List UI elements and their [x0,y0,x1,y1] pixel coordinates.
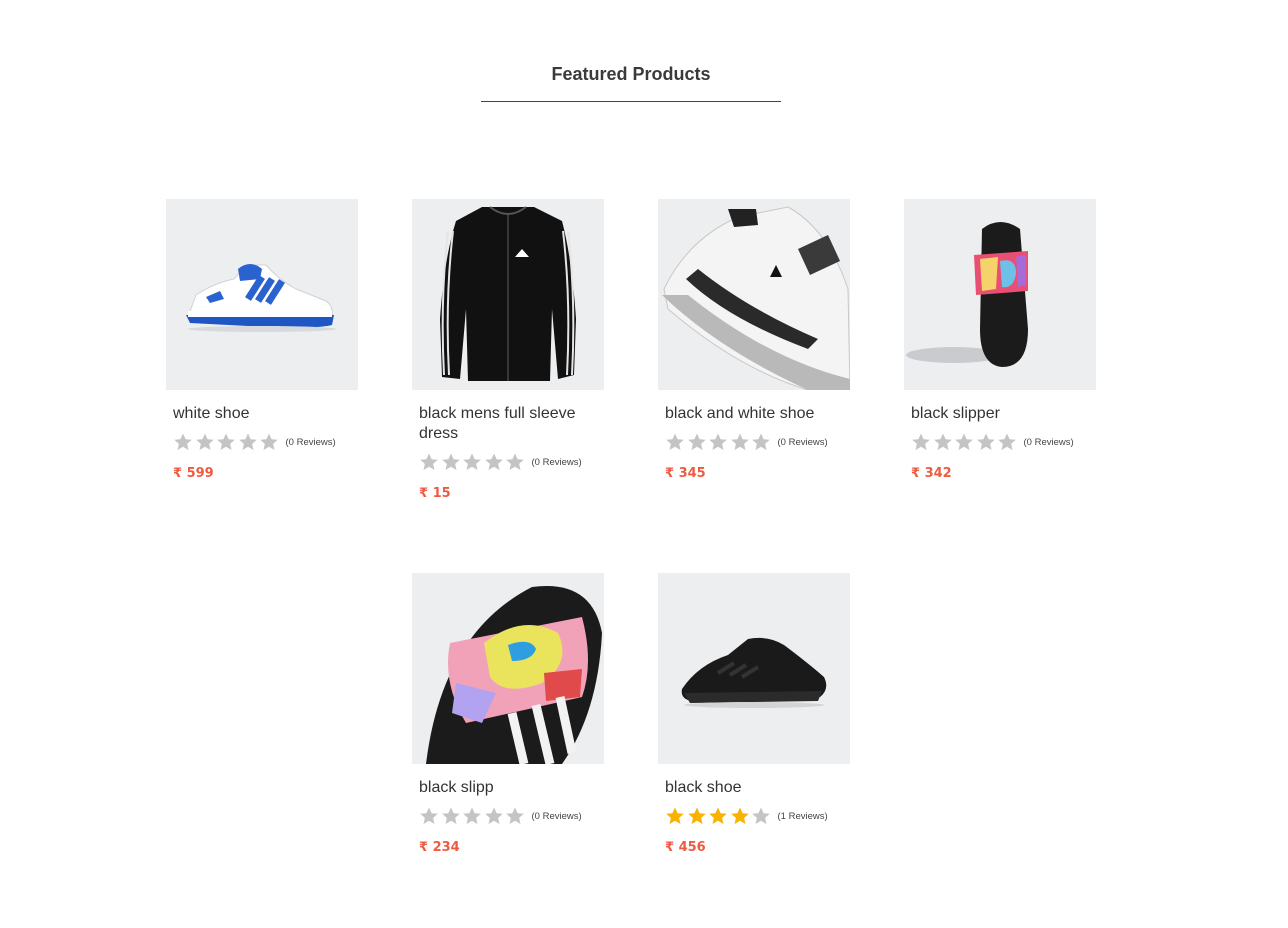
rupee-symbol: ₹ [911,466,921,481]
white-blue-sneaker-image[interactable] [166,199,358,390]
star-icon [484,806,506,826]
star-rating [419,806,527,826]
product-card[interactable]: black mens full sleeve dress (0 Reviews)… [412,199,604,501]
product-name[interactable]: black and white shoe [665,404,843,424]
product-rating: (0 Reviews) [419,452,604,472]
rupee-symbol: ₹ [665,840,675,855]
product-name[interactable]: black slipper [911,404,1089,424]
product-rating: (0 Reviews) [665,432,850,452]
price-value: 345 [678,466,706,481]
star-icon [687,432,709,452]
reviews-count: (0 Reviews) [1023,436,1074,448]
product-rating: (0 Reviews) [419,806,604,826]
product-price: ₹ 15 [419,486,604,501]
star-icon [665,806,687,826]
product-rating: (0 Reviews) [911,432,1096,452]
black-slide-closeup-image[interactable] [412,573,604,764]
star-icon [730,806,752,826]
star-icon [505,452,527,472]
product-card[interactable]: black slipper (0 Reviews) ₹ 342 [904,199,1096,481]
product-rating: (1 Reviews) [665,806,850,826]
product-price: ₹ 599 [173,466,358,481]
star-icon [462,452,484,472]
star-icon [976,432,998,452]
title-underline [481,101,781,102]
star-icon [419,452,441,472]
price-value: 234 [432,840,460,855]
product-name[interactable]: black mens full sleeve dress [419,404,597,444]
star-icon [505,806,527,826]
product-price: ₹ 342 [911,466,1096,481]
star-icon [462,806,484,826]
section-title: Featured Products [551,64,711,84]
rupee-symbol: ₹ [419,486,429,501]
rupee-symbol: ₹ [665,466,675,481]
star-icon [259,432,281,452]
black-slide-image[interactable] [904,199,1096,390]
star-icon [687,806,709,826]
star-icon [708,432,730,452]
star-rating [665,432,773,452]
product-name[interactable]: black slipp [419,778,597,798]
black-track-jacket-image[interactable] [412,199,604,390]
price-value: 342 [924,466,952,481]
star-icon [173,432,195,452]
star-rating [173,432,281,452]
star-icon [751,806,773,826]
product-name[interactable]: white shoe [173,404,351,424]
black-white-sneaker-image[interactable] [658,199,850,390]
price-value: 599 [186,466,214,481]
star-rating [911,432,1019,452]
star-icon [665,432,687,452]
reviews-count: (0 Reviews) [285,436,336,448]
star-icon [419,806,441,826]
reviews-count: (0 Reviews) [531,456,582,468]
star-icon [997,432,1019,452]
product-card[interactable]: black and white shoe (0 Reviews) ₹ 345 [658,199,850,481]
product-card[interactable]: black slipp (0 Reviews) ₹ 234 [412,573,604,855]
product-card[interactable]: white shoe (0 Reviews) ₹ 599 [166,199,358,481]
reviews-count: (0 Reviews) [531,810,582,822]
black-running-shoe-image[interactable] [658,573,850,764]
star-icon [441,806,463,826]
reviews-count: (0 Reviews) [777,436,828,448]
star-icon [708,806,730,826]
price-value: 456 [678,840,706,855]
star-icon [933,432,955,452]
star-icon [954,432,976,452]
star-icon [216,432,238,452]
star-icon [238,432,260,452]
star-icon [751,432,773,452]
rupee-symbol: ₹ [173,466,183,481]
star-icon [730,432,752,452]
star-icon [195,432,217,452]
price-value: 15 [432,486,451,501]
star-rating [665,806,773,826]
product-price: ₹ 345 [665,466,850,481]
product-rating: (0 Reviews) [173,432,358,452]
star-icon [911,432,933,452]
reviews-count: (1 Reviews) [777,810,828,822]
star-rating [419,452,527,472]
product-price: ₹ 456 [665,840,850,855]
rupee-symbol: ₹ [419,840,429,855]
product-card[interactable]: black shoe (1 Reviews) ₹ 456 [658,573,850,855]
product-price: ₹ 234 [419,840,604,855]
star-icon [441,452,463,472]
product-name[interactable]: black shoe [665,778,843,798]
star-icon [484,452,506,472]
